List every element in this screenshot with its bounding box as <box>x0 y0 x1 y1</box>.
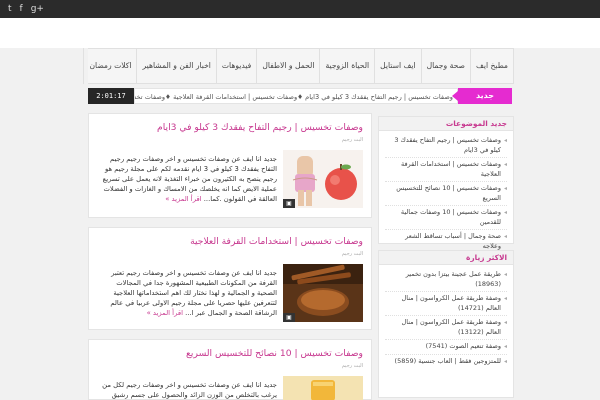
post-title[interactable]: وصفات تخسيس | رجيم التفاح يفقدك 3 كيلو ف… <box>157 122 363 133</box>
list-item-label: وصفة تنعيم الصوت (7541) <box>425 342 501 350</box>
header-banner <box>0 18 600 48</box>
list-item[interactable]: ◂ وصفات تخسيس | رجيم التفاح يفقدك 3 كيلو … <box>385 134 507 158</box>
list-item-label: طريقة عمل عجينة بيتزا بدون تخمير (18963) <box>405 270 501 288</box>
list-item-label: وصفات تخسيس | رجيم التفاح يفقدك 3 كيلو ف… <box>394 136 501 154</box>
post-excerpt-text: جديد انا ايف عن وصفات تخسيس و اخر وصفات … <box>110 269 277 317</box>
list-item[interactable]: ◂ وصفة طريقة عمل الكرواسون | منال العالم … <box>385 292 507 316</box>
nav-item-married-life[interactable]: الحياة الزوجية <box>319 48 374 84</box>
read-more-link[interactable]: اقرأ المزيد » <box>147 309 183 317</box>
ticker-label-text: جديد <box>475 91 494 100</box>
bullet-icon: ◂ <box>503 233 507 240</box>
post-title[interactable]: وصفات تخسيس | استخدامات القرفة العلاجية <box>190 236 363 247</box>
ticker-clock: 2:01:17 <box>88 88 134 104</box>
sidebar-popular-widget: الاكثر زيارة ◂ طريقة عمل عجينة بيتزا بدون… <box>378 250 514 398</box>
popular-posts-list: ◂ طريقة عمل عجينة بيتزا بدون تخمير (18963… <box>379 265 513 371</box>
facebook-icon[interactable]: f <box>20 3 23 15</box>
bullet-icon: ◂ <box>503 185 507 192</box>
list-item[interactable]: ◂ وصفات تخسيس | 10 وصفات جمالية للقدمين <box>385 206 507 230</box>
thumbnail-drink-image <box>283 376 363 400</box>
camera-icon: ▣ <box>283 313 295 322</box>
thumbnail-cinnamon-image <box>283 264 363 322</box>
list-item[interactable]: ◂ للمتزوجين فقط | العاب جنسية (5859) <box>385 355 507 369</box>
bullet-icon: ◂ <box>503 161 507 168</box>
post-excerpt-text: جديد انا ايف عن وصفات تخسيس و اخر وصفات … <box>102 381 277 399</box>
read-more-link[interactable]: اقرأ المزيد » <box>165 195 201 203</box>
list-item[interactable]: ◂ وصفة تنعيم الصوت (7541) <box>385 340 507 355</box>
post-thumbnail[interactable] <box>283 376 363 400</box>
list-item[interactable]: ◂ وصفة طريقة عمل الكرواسون | منال العالم … <box>385 316 507 340</box>
widget-title: جديد الموضوعات <box>379 117 513 131</box>
bullet-icon: ◂ <box>503 343 507 350</box>
nav-item-videos[interactable]: فيديوهات <box>215 48 256 84</box>
list-item-label: للمتزوجين فقط | العاب جنسية (5859) <box>394 356 501 365</box>
post-excerpt: جديد انا ايف عن وصفات تخسيس و اخر وصفات … <box>95 380 277 400</box>
nav-item-ramadan-food[interactable]: اكلات رمضان <box>83 48 136 84</box>
post-meta: البت رجيم <box>341 251 363 257</box>
googleplus-icon[interactable]: g+ <box>31 3 44 15</box>
recent-posts-list: ◂ وصفات تخسيس | رجيم التفاح يفقدك 3 كيلو … <box>379 131 513 256</box>
post-meta: البت رجيم <box>341 137 363 143</box>
nav-item-kitchen[interactable]: مطبخ ايف <box>470 48 514 84</box>
post-thumbnail[interactable]: ▣ <box>283 264 363 322</box>
widget-title: الاكثر زيارة <box>379 251 513 265</box>
list-item-label: وصفات تخسيس | 10 نصائح للتخسيس السريع <box>396 184 501 202</box>
list-item[interactable]: ◂ وصفات تخسيس | 10 نصائح للتخسيس السريع <box>385 182 507 206</box>
list-item-label: وصفة طريقة عمل الكرواسون | منال العالم (… <box>401 294 501 312</box>
news-ticker: 2:01:17 وصفات تخسيس | رجيم التفاح يفقدك … <box>88 88 512 104</box>
arrow-left-icon <box>452 91 458 101</box>
post-meta: البت رجيم <box>341 363 363 369</box>
list-item[interactable]: ◂ طريقة عمل عجينة بيتزا بدون تخمير (18963… <box>385 268 507 292</box>
bullet-icon: ◂ <box>503 357 507 365</box>
ticker-text[interactable]: وصفات تخسيس | رجيم التفاح يفقدك 3 كيلو ف… <box>134 88 458 104</box>
nav-item-style[interactable]: ايف استايل <box>374 48 420 84</box>
social-links: t f g+ <box>8 3 44 15</box>
sidebar-recent-widget: جديد الموضوعات ◂ وصفات تخسيس | رجيم التفا… <box>378 116 514 250</box>
main-nav: مطبخ ايف صحة وجمال ايف استايل الحياة الز… <box>83 48 514 84</box>
list-item-label: وصفات تخسيس | 10 وصفات جمالية للقدمين <box>400 208 501 226</box>
twitter-icon[interactable]: t <box>8 3 12 15</box>
thumbnail-apple-image <box>283 150 363 208</box>
list-item[interactable]: ◂ وصفات تخسيس | استخدامات القرفة العلاجية <box>385 158 507 182</box>
post-excerpt: جديد انا ايف عن وصفات تخسيس و اخر وصفات … <box>95 268 277 318</box>
post-card: وصفات تخسيس | 10 نصائح للتخسيس السريع ال… <box>88 339 372 400</box>
bullet-icon: ◂ <box>503 137 507 144</box>
nav-item-pregnancy-kids[interactable]: الحمل و الاطفال <box>256 48 319 84</box>
ticker-label: جديد <box>452 88 512 104</box>
camera-icon: ▣ <box>283 199 295 208</box>
top-bar: t f g+ <box>0 0 600 18</box>
list-item-label: صحة وجمال | أسباب تساقط الشعر وعلاجه <box>405 232 501 250</box>
bullet-icon: ◂ <box>503 271 507 278</box>
list-item-label: وصفات تخسيس | استخدامات القرفة العلاجية <box>400 160 501 178</box>
nav-item-health-beauty[interactable]: صحة وجمال <box>420 48 470 84</box>
post-thumbnail[interactable]: ▣ <box>283 150 363 208</box>
bullet-icon: ◂ <box>503 209 507 216</box>
bullet-icon: ◂ <box>503 295 507 302</box>
post-excerpt: جديد انا ايف عن وصفات تخسيس و اخر وصفات … <box>95 154 277 204</box>
list-item-label: وصفة طريقة عمل الكرواسون | منال العالم (… <box>401 318 501 336</box>
post-card: وصفات تخسيس | رجيم التفاح يفقدك 3 كيلو ف… <box>88 113 372 218</box>
post-title[interactable]: وصفات تخسيس | 10 نصائح للتخسيس السريع <box>186 348 363 359</box>
nav-item-celebrity-news[interactable]: اخبار الفن و المشاهير <box>136 48 215 84</box>
post-card: وصفات تخسيس | استخدامات القرفة العلاجية … <box>88 227 372 330</box>
bullet-icon: ◂ <box>503 319 507 326</box>
